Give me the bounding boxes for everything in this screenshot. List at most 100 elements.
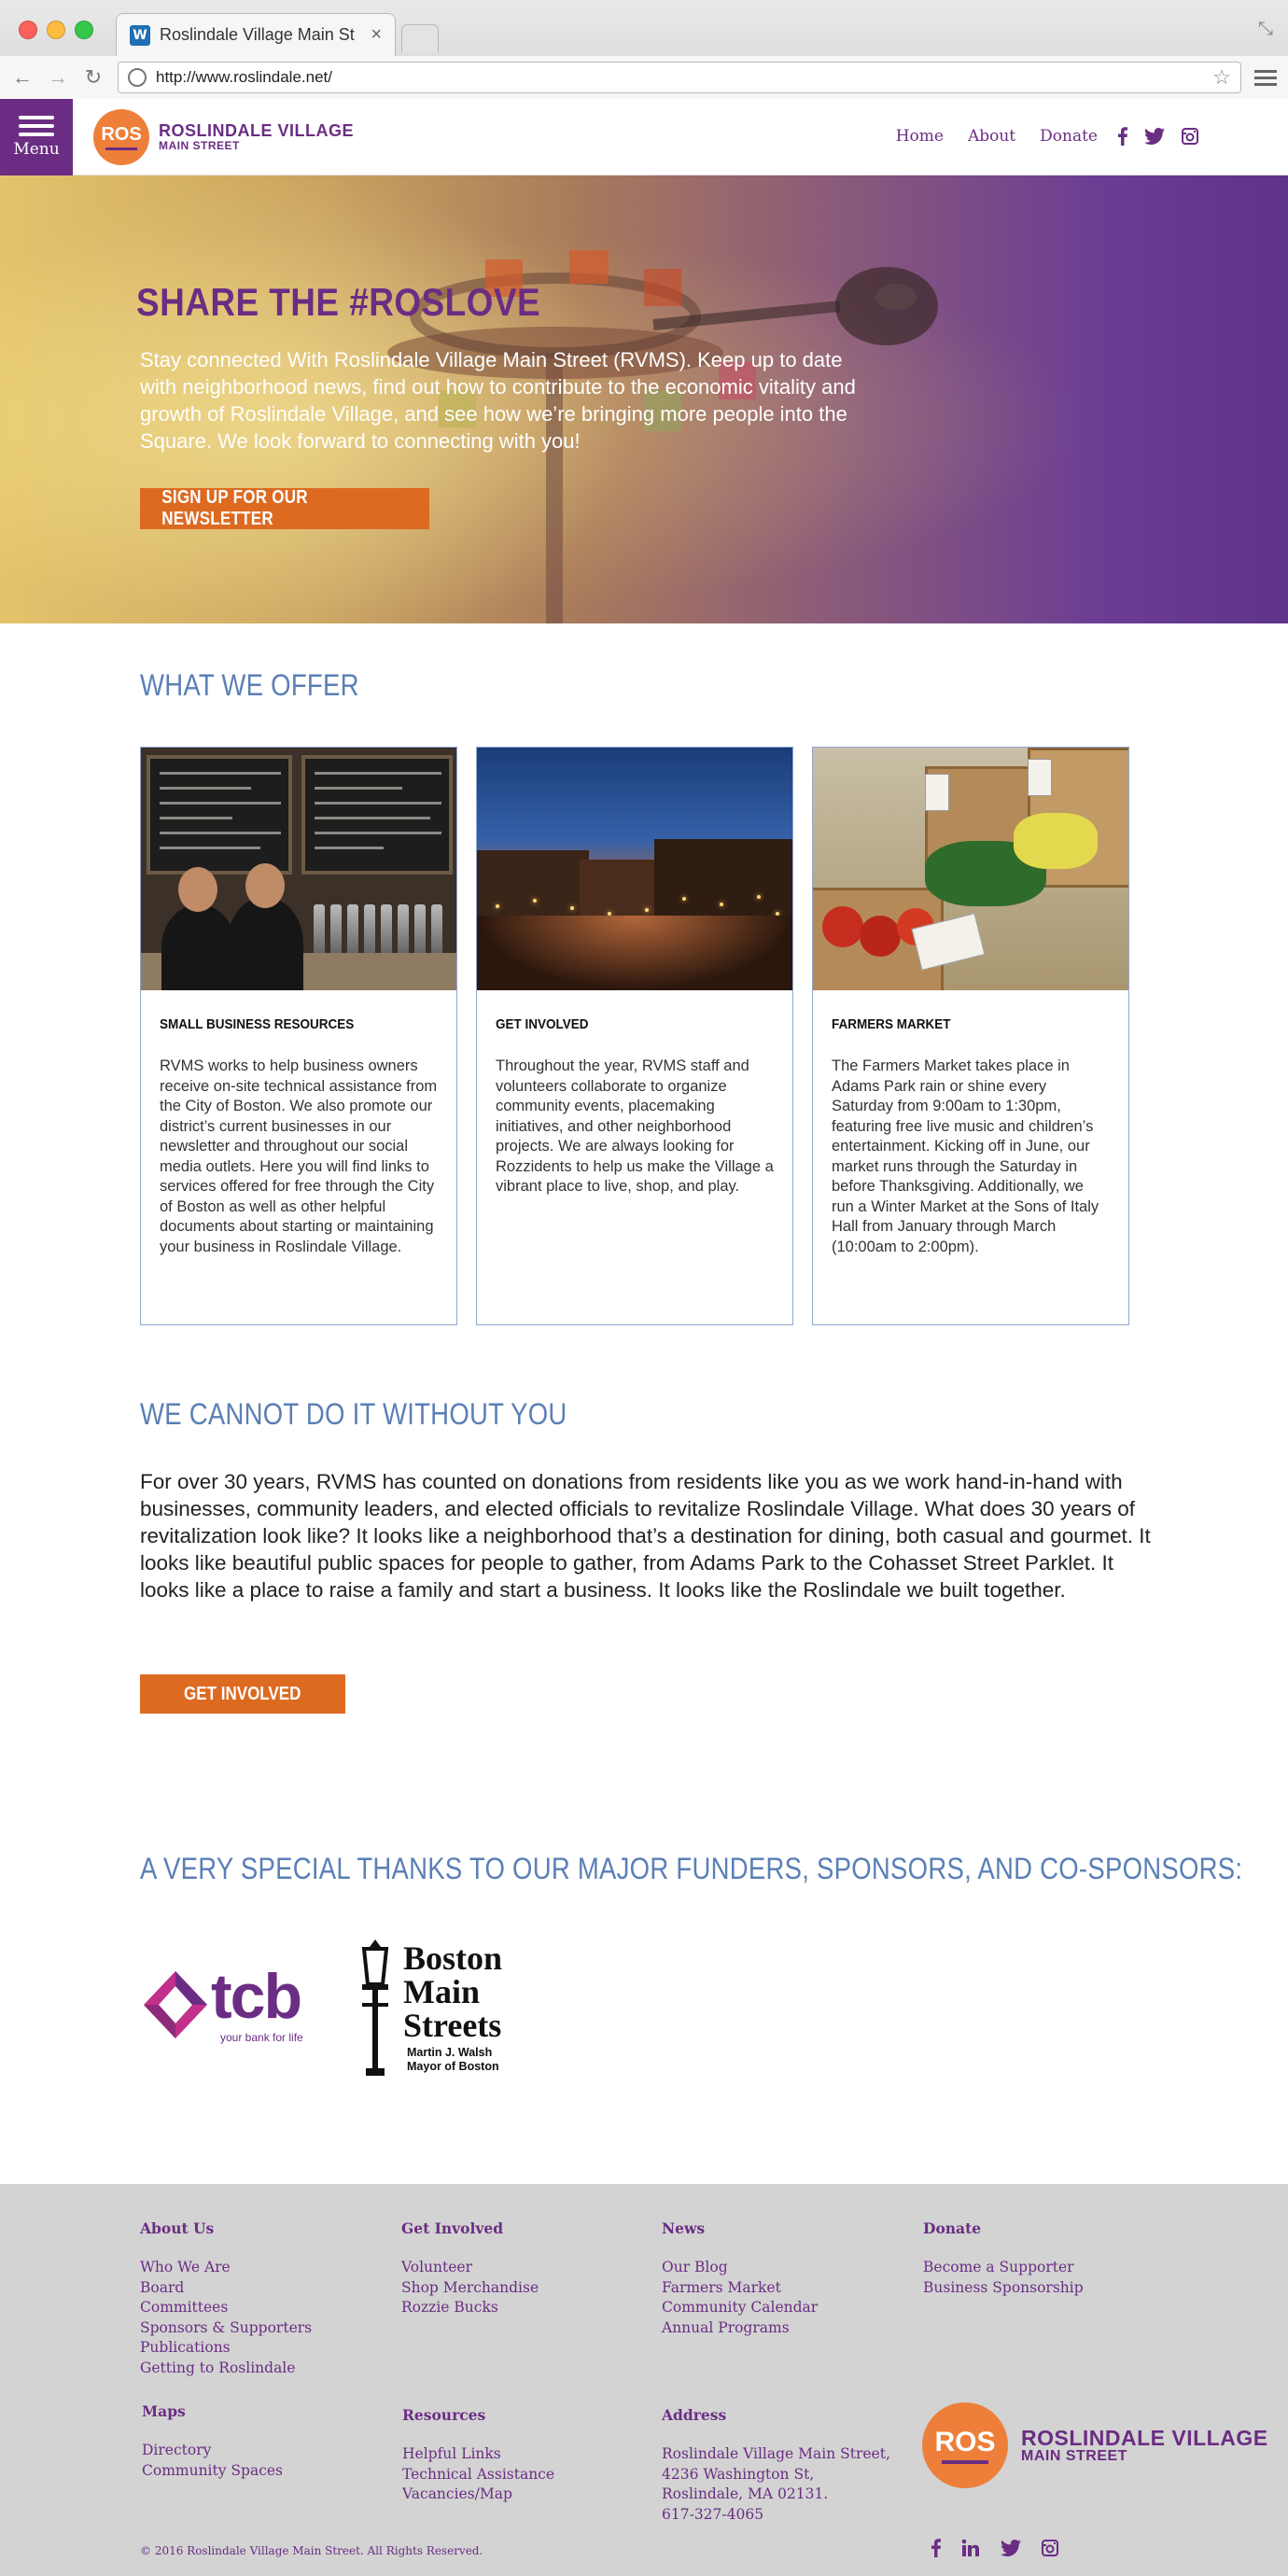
newsletter-signup-label: SIGN UP FOR OUR NEWSLETTER bbox=[161, 487, 308, 529]
zoom-window-button[interactable] bbox=[75, 21, 93, 39]
fullscreen-icon[interactable]: ⤡ bbox=[1258, 19, 1273, 40]
footer-link[interactable]: Community Calendar bbox=[662, 2298, 818, 2318]
card-title: FARMERS MARKET bbox=[832, 1016, 951, 1032]
footer-link[interactable]: Business Sponsorship bbox=[923, 2278, 1084, 2299]
footer-logo[interactable]: ROS ROSLINDALE VILLAGE MAIN STREET bbox=[922, 2402, 1268, 2488]
card-title: GET INVOLVED bbox=[496, 1016, 589, 1032]
browser-chrome: W Roslindale Village Main St × ⤡ ← → ↻ h… bbox=[0, 0, 1288, 99]
minimize-window-button[interactable] bbox=[47, 21, 65, 39]
reload-icon[interactable]: ↻ bbox=[82, 65, 105, 90]
footer-link[interactable]: Board bbox=[140, 2278, 312, 2299]
footer-heading: Address bbox=[662, 2406, 727, 2424]
header-social bbox=[1118, 127, 1198, 146]
browser-toolbar: ← → ↻ http://www.roslindale.net/ ☆ bbox=[0, 56, 1288, 99]
footer-address-column: Address Roslindale Village Main Street, … bbox=[662, 2406, 890, 2525]
footer-link[interactable]: Vacancies/Map bbox=[402, 2485, 554, 2505]
address-bar[interactable]: http://www.roslindale.net/ ☆ bbox=[118, 62, 1241, 93]
farmers-market-photo bbox=[813, 748, 1128, 990]
facebook-icon[interactable] bbox=[931, 2539, 941, 2557]
bookmark-star-icon[interactable]: ☆ bbox=[1212, 65, 1231, 90]
footer-resources-column: Resources Helpful Links Technical Assist… bbox=[402, 2406, 554, 2505]
logo-wordmark: ROSLINDALE VILLAGE MAIN STREET bbox=[159, 122, 354, 151]
footer-link[interactable]: Shop Merchandise bbox=[401, 2278, 539, 2299]
footer-social bbox=[931, 2539, 1058, 2557]
boston-main-streets-wordmark: Boston Main Streets bbox=[403, 1941, 502, 2042]
footer-donate-column: Donate Become a Supporter Business Spons… bbox=[923, 2219, 1084, 2298]
card-title: SMALL BUSINESS RESOURCES bbox=[160, 1016, 355, 1032]
footer-heading: News bbox=[662, 2219, 706, 2237]
footer-heading: About Us bbox=[140, 2219, 215, 2237]
instagram-icon[interactable] bbox=[1182, 128, 1198, 145]
footer-link[interactable]: Who We Are bbox=[140, 2258, 312, 2278]
footer-link[interactable]: Annual Programs bbox=[662, 2318, 818, 2339]
footer-link[interactable]: Volunteer bbox=[401, 2258, 539, 2278]
get-involved-button[interactable]: GET INVOLVED bbox=[140, 1674, 345, 1714]
tab-favicon-icon: W bbox=[130, 24, 150, 46]
forward-arrow-icon[interactable]: → bbox=[47, 65, 69, 90]
linkedin-icon[interactable] bbox=[961, 2539, 980, 2557]
browser-menu-icon[interactable] bbox=[1254, 69, 1277, 86]
browser-tab[interactable]: W Roslindale Village Main St × bbox=[116, 13, 396, 56]
twitter-icon[interactable] bbox=[1144, 128, 1165, 145]
hero-body-text: Stay connected With Roslindale Village M… bbox=[140, 348, 856, 453]
offer-heading: WHAT WE OFFER bbox=[140, 668, 359, 702]
close-window-button[interactable] bbox=[19, 21, 37, 39]
footer-involved-column: Get Involved Volunteer Shop Merchandise … bbox=[401, 2219, 539, 2318]
phone-number[interactable]: 617-327-4065 bbox=[662, 2505, 890, 2526]
bms-line-3: Streets bbox=[403, 2007, 502, 2044]
footer-link[interactable]: Helpful Links bbox=[402, 2444, 554, 2465]
footer-link[interactable]: Publications bbox=[140, 2338, 312, 2359]
logo-line-1: ROSLINDALE VILLAGE bbox=[159, 121, 355, 141]
footer-link[interactable]: Directory bbox=[142, 2441, 283, 2461]
card-small-business[interactable]: SMALL BUSINESS RESOURCES RVMS works to h… bbox=[140, 747, 457, 1325]
card-text: The Farmers Market takes place in Adams … bbox=[832, 1057, 1099, 1255]
newsletter-signup-button[interactable]: SIGN UP FOR OUR NEWSLETTER bbox=[140, 487, 429, 529]
facebook-icon[interactable] bbox=[1118, 127, 1127, 146]
copyright-text: © 2016 Roslindale Village Main Street. A… bbox=[140, 2544, 483, 2557]
bms-line-1: Boston bbox=[403, 1939, 503, 1977]
donate-heading: WE CANNOT DO IT WITHOUT YOU bbox=[140, 1397, 567, 1431]
footer-link[interactable]: Sponsors & Supporters bbox=[140, 2318, 312, 2339]
boston-main-streets-logo[interactable]: Boston Main Streets Martin J. Walsh Mayo… bbox=[355, 1938, 532, 2078]
nav-donate-link[interactable]: Donate bbox=[1040, 127, 1098, 146]
nav-about-link[interactable]: About bbox=[968, 127, 1015, 146]
instagram-icon[interactable] bbox=[1042, 2540, 1058, 2556]
footer-link[interactable]: Committees bbox=[140, 2298, 312, 2318]
footer-link[interactable]: Farmers Market bbox=[662, 2278, 818, 2299]
tab-title: Roslindale Village Main St bbox=[160, 25, 355, 44]
card-get-involved[interactable]: GET INVOLVED Throughout the year, RVMS s… bbox=[476, 747, 793, 1325]
logo-line-1: ROSLINDALE VILLAGE bbox=[1021, 2425, 1268, 2450]
sponsors-heading: A VERY SPECIAL THANKS TO OUR MAJOR FUNDE… bbox=[140, 1852, 1243, 1885]
card-farmers-market[interactable]: FARMERS MARKET The Farmers Market takes … bbox=[812, 747, 1129, 1325]
footer-about-column: About Us Who We Are Board Committees Spo… bbox=[140, 2219, 312, 2378]
footer-link[interactable]: Getting to Roslindale bbox=[140, 2359, 312, 2379]
bms-mayor-name: Martin J. Walsh bbox=[407, 2046, 493, 2059]
address-bar-url[interactable]: http://www.roslindale.net/ bbox=[156, 68, 1203, 87]
bms-mayor-credit: Martin J. Walsh Mayor of Boston bbox=[407, 2046, 499, 2074]
hero-banner: SHARE THE #ROSLOVE Stay connected With R… bbox=[0, 175, 1288, 623]
footer-link[interactable]: Become a Supporter bbox=[923, 2258, 1084, 2278]
footer-news-column: News Our Blog Farmers Market Community C… bbox=[662, 2219, 818, 2338]
footer-maps-column: Maps Directory Community Spaces bbox=[142, 2402, 283, 2481]
donate-text: For over 30 years, RVMS has counted on d… bbox=[140, 1470, 1151, 1602]
menu-label: Menu bbox=[13, 140, 60, 159]
footer-link[interactable]: Rozzie Bucks bbox=[401, 2298, 539, 2318]
footer-link[interactable]: Our Blog bbox=[662, 2258, 818, 2278]
menu-button[interactable]: Menu bbox=[0, 99, 73, 175]
twitter-icon[interactable] bbox=[1001, 2540, 1021, 2556]
window-controls bbox=[19, 21, 93, 39]
logo-mark: ROS bbox=[922, 2402, 1008, 2488]
footer-link[interactable]: Community Spaces bbox=[142, 2461, 283, 2482]
hamburger-icon bbox=[19, 116, 54, 136]
site-logo[interactable]: ROS ROSLINDALE VILLAGE MAIN STREET bbox=[93, 109, 354, 165]
tcb-sponsor-logo[interactable]: tcb your bank for life bbox=[140, 1960, 327, 2050]
footer-heading: Maps bbox=[142, 2402, 186, 2420]
nav-home-link[interactable]: Home bbox=[896, 127, 944, 146]
logo-mark-text: ROS bbox=[101, 124, 142, 145]
coffee-shop-photo bbox=[141, 748, 456, 990]
footer-link[interactable]: Technical Assistance bbox=[402, 2465, 554, 2485]
tab-close-icon[interactable]: × bbox=[371, 24, 382, 46]
back-arrow-icon[interactable]: ← bbox=[11, 65, 34, 90]
tcb-diamond-icon bbox=[144, 1971, 207, 2038]
new-tab-button[interactable] bbox=[401, 24, 439, 52]
